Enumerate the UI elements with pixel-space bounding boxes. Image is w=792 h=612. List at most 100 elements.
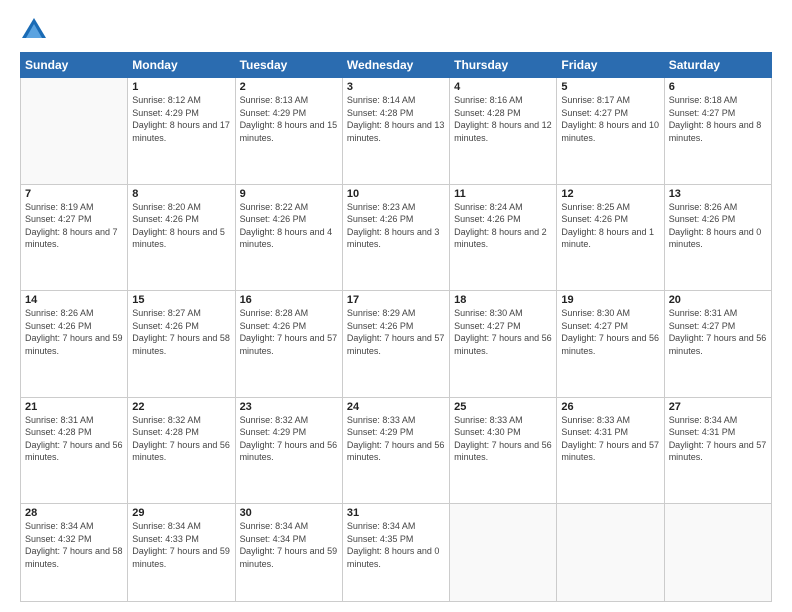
day-info: Sunrise: 8:19 AMSunset: 4:27 PMDaylight:… xyxy=(25,201,123,251)
day-number: 8 xyxy=(132,188,230,200)
day-info: Sunrise: 8:31 AMSunset: 4:28 PMDaylight:… xyxy=(25,414,123,464)
calendar-cell: 13Sunrise: 8:26 AMSunset: 4:26 PMDayligh… xyxy=(664,184,771,291)
day-number: 23 xyxy=(240,401,338,413)
day-info: Sunrise: 8:34 AMSunset: 4:32 PMDaylight:… xyxy=(25,520,123,570)
day-number: 20 xyxy=(669,294,767,306)
day-number: 31 xyxy=(347,507,445,519)
weekday-saturday: Saturday xyxy=(664,53,771,78)
day-info: Sunrise: 8:30 AMSunset: 4:27 PMDaylight:… xyxy=(454,307,552,357)
day-number: 22 xyxy=(132,401,230,413)
day-info: Sunrise: 8:17 AMSunset: 4:27 PMDaylight:… xyxy=(561,94,659,144)
calendar-week-4: 21Sunrise: 8:31 AMSunset: 4:28 PMDayligh… xyxy=(21,397,772,504)
calendar-cell: 19Sunrise: 8:30 AMSunset: 4:27 PMDayligh… xyxy=(557,291,664,398)
calendar-cell: 11Sunrise: 8:24 AMSunset: 4:26 PMDayligh… xyxy=(450,184,557,291)
calendar-week-1: 1Sunrise: 8:12 AMSunset: 4:29 PMDaylight… xyxy=(21,78,772,185)
calendar-cell: 15Sunrise: 8:27 AMSunset: 4:26 PMDayligh… xyxy=(128,291,235,398)
calendar-cell: 2Sunrise: 8:13 AMSunset: 4:29 PMDaylight… xyxy=(235,78,342,185)
calendar-cell: 3Sunrise: 8:14 AMSunset: 4:28 PMDaylight… xyxy=(342,78,449,185)
weekday-header-row: SundayMondayTuesdayWednesdayThursdayFrid… xyxy=(21,53,772,78)
day-number: 1 xyxy=(132,81,230,93)
calendar-cell: 1Sunrise: 8:12 AMSunset: 4:29 PMDaylight… xyxy=(128,78,235,185)
calendar-cell: 18Sunrise: 8:30 AMSunset: 4:27 PMDayligh… xyxy=(450,291,557,398)
calendar-cell: 6Sunrise: 8:18 AMSunset: 4:27 PMDaylight… xyxy=(664,78,771,185)
day-number: 28 xyxy=(25,507,123,519)
calendar-cell: 29Sunrise: 8:34 AMSunset: 4:33 PMDayligh… xyxy=(128,504,235,602)
day-number: 13 xyxy=(669,188,767,200)
day-info: Sunrise: 8:27 AMSunset: 4:26 PMDaylight:… xyxy=(132,307,230,357)
day-number: 29 xyxy=(132,507,230,519)
calendar-cell: 12Sunrise: 8:25 AMSunset: 4:26 PMDayligh… xyxy=(557,184,664,291)
logo xyxy=(20,16,52,44)
day-info: Sunrise: 8:33 AMSunset: 4:31 PMDaylight:… xyxy=(561,414,659,464)
calendar-cell: 31Sunrise: 8:34 AMSunset: 4:35 PMDayligh… xyxy=(342,504,449,602)
weekday-monday: Monday xyxy=(128,53,235,78)
day-info: Sunrise: 8:14 AMSunset: 4:28 PMDaylight:… xyxy=(347,94,445,144)
day-number: 26 xyxy=(561,401,659,413)
calendar-week-2: 7Sunrise: 8:19 AMSunset: 4:27 PMDaylight… xyxy=(21,184,772,291)
day-info: Sunrise: 8:26 AMSunset: 4:26 PMDaylight:… xyxy=(25,307,123,357)
day-number: 6 xyxy=(669,81,767,93)
day-info: Sunrise: 8:25 AMSunset: 4:26 PMDaylight:… xyxy=(561,201,659,251)
day-info: Sunrise: 8:24 AMSunset: 4:26 PMDaylight:… xyxy=(454,201,552,251)
day-info: Sunrise: 8:33 AMSunset: 4:30 PMDaylight:… xyxy=(454,414,552,464)
calendar-cell: 14Sunrise: 8:26 AMSunset: 4:26 PMDayligh… xyxy=(21,291,128,398)
calendar-cell: 17Sunrise: 8:29 AMSunset: 4:26 PMDayligh… xyxy=(342,291,449,398)
day-number: 10 xyxy=(347,188,445,200)
calendar-cell: 27Sunrise: 8:34 AMSunset: 4:31 PMDayligh… xyxy=(664,397,771,504)
calendar-table: SundayMondayTuesdayWednesdayThursdayFrid… xyxy=(20,52,772,602)
day-number: 14 xyxy=(25,294,123,306)
day-info: Sunrise: 8:33 AMSunset: 4:29 PMDaylight:… xyxy=(347,414,445,464)
day-info: Sunrise: 8:18 AMSunset: 4:27 PMDaylight:… xyxy=(669,94,767,144)
calendar-cell: 5Sunrise: 8:17 AMSunset: 4:27 PMDaylight… xyxy=(557,78,664,185)
day-info: Sunrise: 8:26 AMSunset: 4:26 PMDaylight:… xyxy=(669,201,767,251)
day-info: Sunrise: 8:34 AMSunset: 4:33 PMDaylight:… xyxy=(132,520,230,570)
day-info: Sunrise: 8:34 AMSunset: 4:34 PMDaylight:… xyxy=(240,520,338,570)
day-number: 5 xyxy=(561,81,659,93)
header xyxy=(20,16,772,44)
day-info: Sunrise: 8:34 AMSunset: 4:31 PMDaylight:… xyxy=(669,414,767,464)
day-number: 17 xyxy=(347,294,445,306)
calendar-cell: 7Sunrise: 8:19 AMSunset: 4:27 PMDaylight… xyxy=(21,184,128,291)
day-number: 16 xyxy=(240,294,338,306)
weekday-wednesday: Wednesday xyxy=(342,53,449,78)
day-number: 2 xyxy=(240,81,338,93)
calendar-cell: 16Sunrise: 8:28 AMSunset: 4:26 PMDayligh… xyxy=(235,291,342,398)
day-info: Sunrise: 8:23 AMSunset: 4:26 PMDaylight:… xyxy=(347,201,445,251)
weekday-thursday: Thursday xyxy=(450,53,557,78)
day-number: 11 xyxy=(454,188,552,200)
weekday-friday: Friday xyxy=(557,53,664,78)
day-info: Sunrise: 8:31 AMSunset: 4:27 PMDaylight:… xyxy=(669,307,767,357)
calendar-cell: 4Sunrise: 8:16 AMSunset: 4:28 PMDaylight… xyxy=(450,78,557,185)
day-number: 18 xyxy=(454,294,552,306)
calendar-cell: 24Sunrise: 8:33 AMSunset: 4:29 PMDayligh… xyxy=(342,397,449,504)
calendar-cell: 9Sunrise: 8:22 AMSunset: 4:26 PMDaylight… xyxy=(235,184,342,291)
calendar-cell: 20Sunrise: 8:31 AMSunset: 4:27 PMDayligh… xyxy=(664,291,771,398)
day-info: Sunrise: 8:12 AMSunset: 4:29 PMDaylight:… xyxy=(132,94,230,144)
calendar-cell: 30Sunrise: 8:34 AMSunset: 4:34 PMDayligh… xyxy=(235,504,342,602)
day-info: Sunrise: 8:22 AMSunset: 4:26 PMDaylight:… xyxy=(240,201,338,251)
day-info: Sunrise: 8:29 AMSunset: 4:26 PMDaylight:… xyxy=(347,307,445,357)
day-info: Sunrise: 8:16 AMSunset: 4:28 PMDaylight:… xyxy=(454,94,552,144)
calendar-cell: 21Sunrise: 8:31 AMSunset: 4:28 PMDayligh… xyxy=(21,397,128,504)
calendar-cell xyxy=(557,504,664,602)
calendar-cell xyxy=(450,504,557,602)
weekday-tuesday: Tuesday xyxy=(235,53,342,78)
calendar-week-3: 14Sunrise: 8:26 AMSunset: 4:26 PMDayligh… xyxy=(21,291,772,398)
calendar-cell xyxy=(21,78,128,185)
day-info: Sunrise: 8:30 AMSunset: 4:27 PMDaylight:… xyxy=(561,307,659,357)
day-number: 25 xyxy=(454,401,552,413)
day-number: 3 xyxy=(347,81,445,93)
calendar-cell: 25Sunrise: 8:33 AMSunset: 4:30 PMDayligh… xyxy=(450,397,557,504)
day-info: Sunrise: 8:20 AMSunset: 4:26 PMDaylight:… xyxy=(132,201,230,251)
day-number: 21 xyxy=(25,401,123,413)
calendar-cell xyxy=(664,504,771,602)
weekday-sunday: Sunday xyxy=(21,53,128,78)
page: SundayMondayTuesdayWednesdayThursdayFrid… xyxy=(0,0,792,612)
calendar-week-5: 28Sunrise: 8:34 AMSunset: 4:32 PMDayligh… xyxy=(21,504,772,602)
day-number: 27 xyxy=(669,401,767,413)
calendar-cell: 26Sunrise: 8:33 AMSunset: 4:31 PMDayligh… xyxy=(557,397,664,504)
day-number: 4 xyxy=(454,81,552,93)
day-number: 30 xyxy=(240,507,338,519)
day-info: Sunrise: 8:32 AMSunset: 4:29 PMDaylight:… xyxy=(240,414,338,464)
day-info: Sunrise: 8:13 AMSunset: 4:29 PMDaylight:… xyxy=(240,94,338,144)
